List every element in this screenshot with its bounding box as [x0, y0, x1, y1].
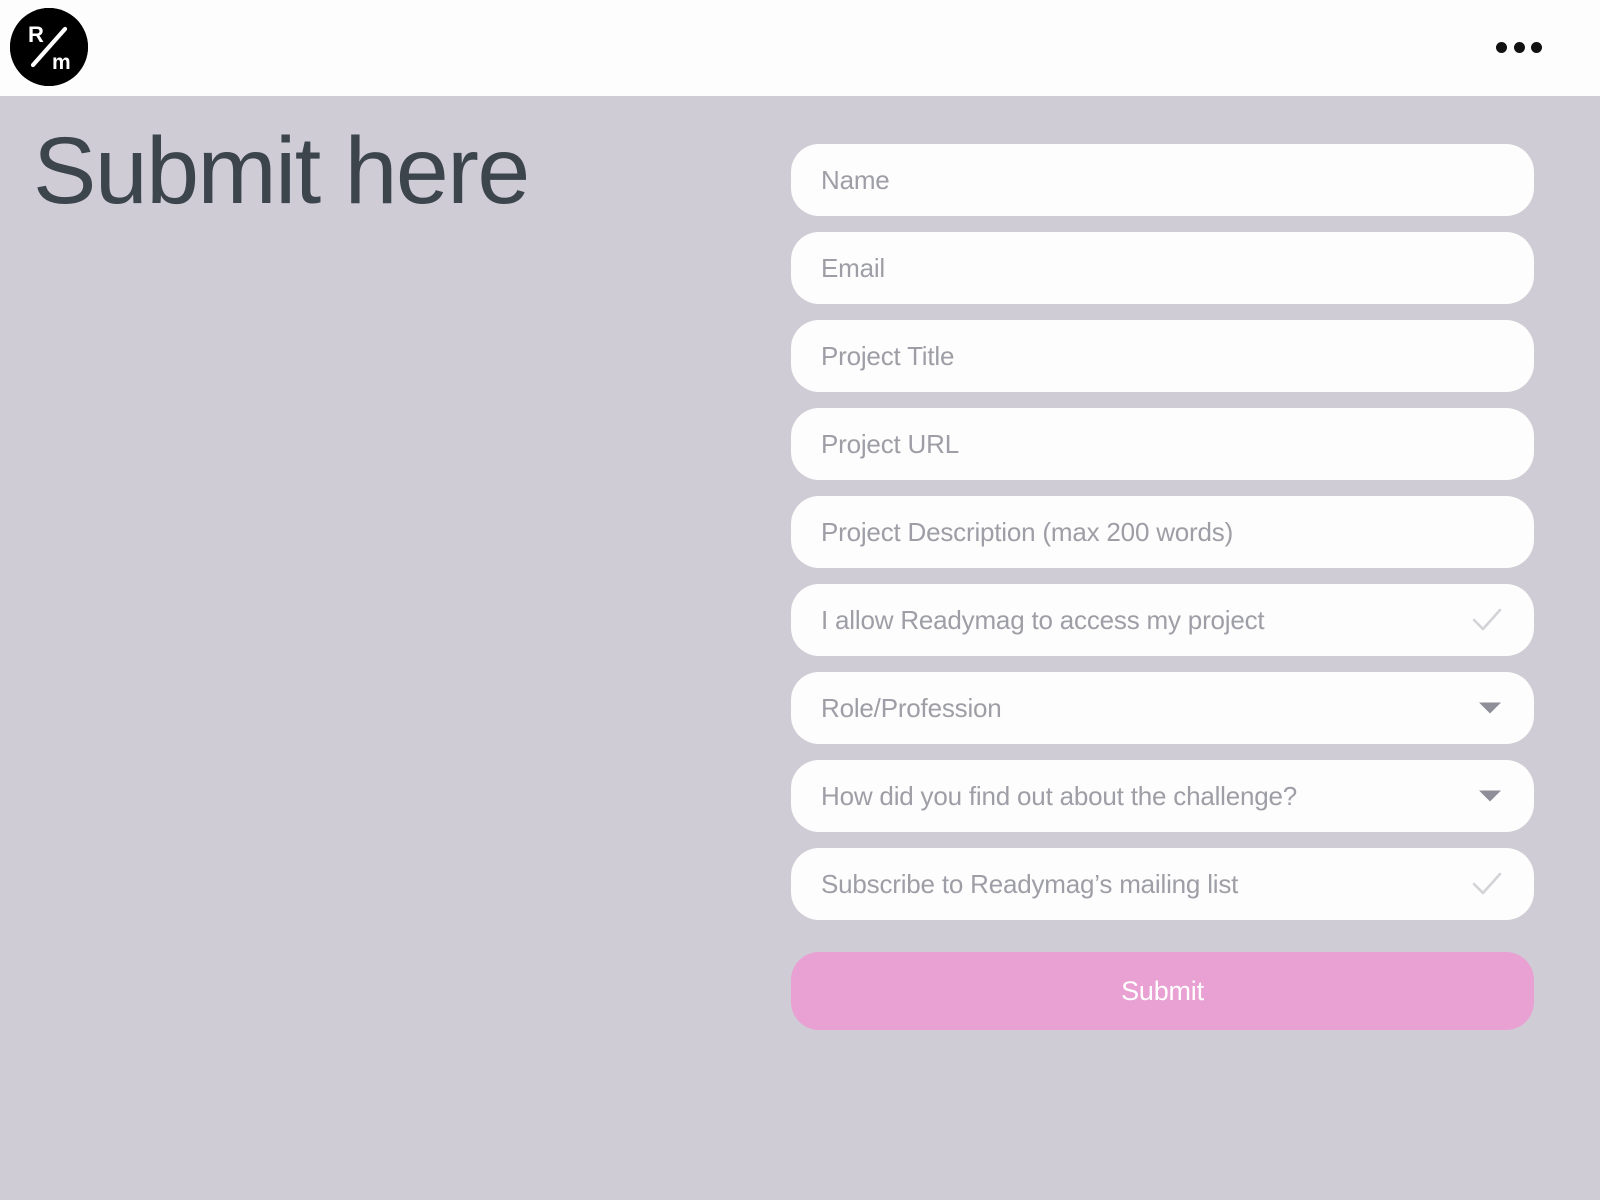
field-referral-source-placeholder: How did you find out about the challenge…	[821, 781, 1298, 811]
field-name-placeholder: Name	[821, 165, 890, 195]
field-project-description[interactable]: Project Description (max 200 words)	[791, 496, 1534, 568]
field-referral-source[interactable]: How did you find out about the challenge…	[791, 760, 1534, 832]
chevron-down-icon[interactable]	[1479, 702, 1501, 714]
submission-form: Name Email Project Title Project URL Pro…	[791, 144, 1534, 1030]
ellipsis-dot-3	[1531, 41, 1542, 53]
field-name[interactable]: Name	[791, 144, 1534, 216]
readymag-logo-mark: R m	[10, 8, 88, 86]
submit-button[interactable]: Submit	[791, 952, 1534, 1030]
svg-text:R: R	[28, 22, 44, 47]
field-role-profession-placeholder: Role/Profession	[821, 693, 1002, 723]
field-role-profession[interactable]: Role/Profession	[791, 672, 1534, 744]
field-allow-access[interactable]: I allow Readymag to access my project	[791, 584, 1534, 656]
field-project-title[interactable]: Project Title	[791, 320, 1534, 392]
field-project-title-placeholder: Project Title	[821, 341, 955, 371]
ellipsis-dot-1	[1496, 41, 1507, 53]
field-mailing-list-label: Subscribe to Readymag’s mailing list	[821, 869, 1239, 899]
site-header: R m	[0, 0, 1600, 96]
field-email-placeholder: Email	[821, 253, 886, 283]
svg-text:m: m	[52, 51, 71, 74]
chevron-down-icon[interactable]	[1479, 790, 1501, 802]
field-email[interactable]: Email	[791, 232, 1534, 304]
ellipsis-dot-2	[1513, 41, 1525, 53]
field-mailing-list[interactable]: Subscribe to Readymag’s mailing list	[791, 848, 1534, 920]
check-icon[interactable]	[1470, 867, 1504, 901]
field-project-url[interactable]: Project URL	[791, 408, 1534, 480]
field-project-description-placeholder: Project Description (max 200 words)	[821, 517, 1234, 547]
field-allow-access-label: I allow Readymag to access my project	[821, 605, 1265, 635]
readymag-logo[interactable]: R m	[10, 8, 88, 86]
ellipsis-icon[interactable]	[1496, 40, 1542, 54]
page-body: Submit here Name Email Project Title Pro…	[0, 96, 1600, 1200]
field-project-url-placeholder: Project URL	[821, 429, 959, 459]
check-icon[interactable]	[1470, 603, 1504, 637]
page-title: Submit here	[33, 118, 530, 224]
